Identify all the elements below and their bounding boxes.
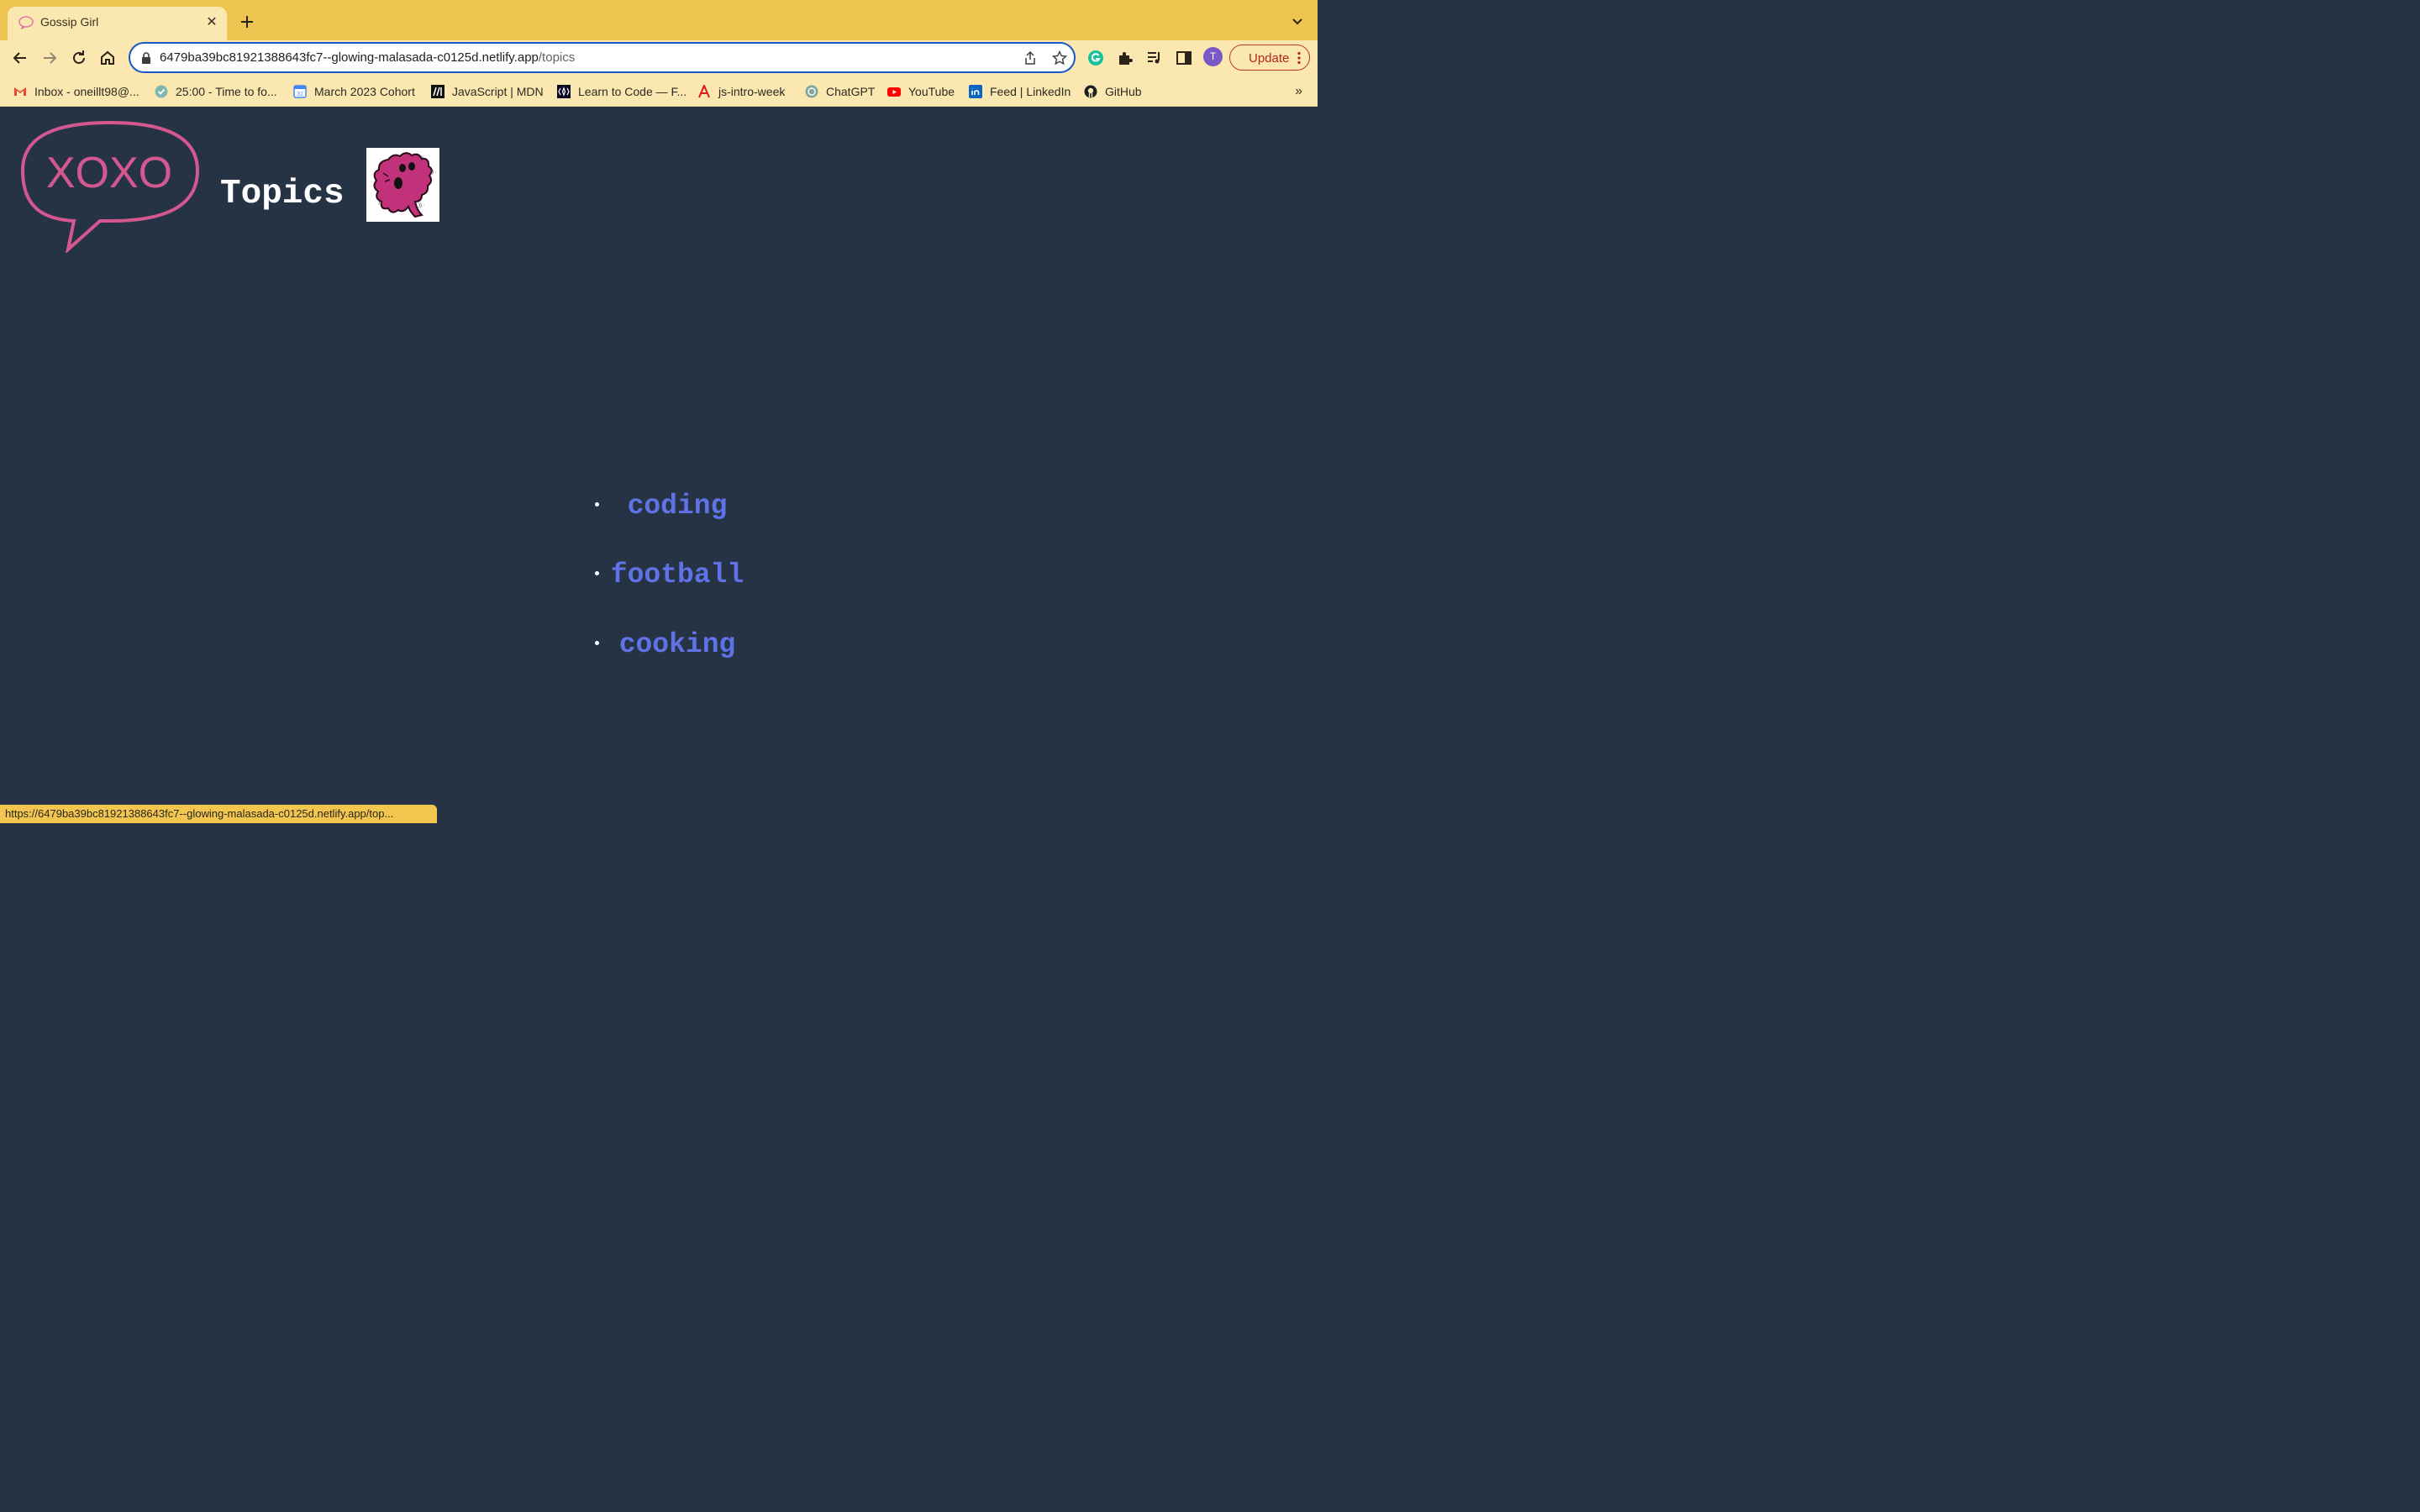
svg-text:)) ·: )) · (418, 203, 425, 208)
bookmark-label: js-intro-week (718, 85, 786, 98)
update-button[interactable]: Update (1229, 45, 1310, 71)
kebab-menu-icon[interactable] (1297, 51, 1302, 65)
topic-link-coding[interactable]: coding (628, 491, 728, 522)
back-arrow-icon[interactable] (9, 47, 31, 69)
bookmark-label: Learn to Code — F... (578, 85, 687, 98)
bookmark-label: Feed | LinkedIn (990, 85, 1071, 98)
bookmark-mdn[interactable]: JavaScript | MDN (431, 83, 544, 100)
tab-close-icon[interactable]: ✕ (203, 14, 220, 31)
bookmark-label: 25:00 - Time to fo... (176, 85, 277, 98)
reload-icon[interactable] (68, 47, 90, 69)
bookmark-march-cohort[interactable]: 31 March 2023 Cohort (293, 83, 415, 100)
bookmark-pomodoro[interactable]: 25:00 - Time to fo... (155, 83, 277, 100)
bookmark-js-intro-week[interactable]: js-intro-week (697, 83, 785, 100)
bookmark-inbox[interactable]: Inbox - oneillt98@... (13, 83, 139, 100)
svg-text:)): )) (378, 200, 381, 205)
check-circle-icon (155, 85, 168, 98)
bookmark-github[interactable]: GitHub (1084, 83, 1142, 100)
xoxo-favicon-icon (18, 16, 34, 29)
side-panel-icon[interactable] (1174, 48, 1194, 68)
tab-title: Gossip Girl (40, 15, 99, 29)
bookmark-label: JavaScript | MDN (452, 85, 544, 98)
list-item: coding (551, 491, 803, 522)
bookmark-youtube[interactable]: YouTube (887, 83, 955, 100)
bookmark-label: YouTube (908, 85, 955, 98)
star-icon[interactable] (1052, 50, 1067, 66)
gmail-icon (14, 87, 26, 96)
svg-text:31: 31 (297, 92, 303, 97)
forward-arrow-icon[interactable] (39, 47, 60, 69)
bookmark-chatgpt[interactable]: ChatGPT (805, 83, 875, 100)
mascot-image: )) · )) · )) · )) (366, 148, 439, 222)
github-icon (1084, 85, 1097, 98)
bookmarks-overflow-icon[interactable]: » (1295, 84, 1302, 99)
url-host: 6479ba39bc81921388643fc7--glowing-malasa… (160, 50, 539, 65)
svg-text:)) ·: )) · (430, 170, 437, 175)
angular-icon (698, 85, 710, 98)
lock-icon (142, 52, 150, 64)
bookmark-label: ChatGPT (826, 85, 876, 98)
puzzle-extensions-icon[interactable] (1115, 48, 1135, 68)
profile-avatar[interactable]: T (1203, 47, 1223, 66)
address-bar[interactable]: 6479ba39bc81921388643fc7--glowing-malasa… (129, 42, 1076, 73)
list-bullet (595, 571, 599, 575)
chevron-down-icon[interactable] (1291, 14, 1304, 28)
share-icon[interactable] (1023, 50, 1038, 66)
browser-toolbar: 6479ba39bc81921388643fc7--glowing-malasa… (0, 40, 1318, 76)
list-item: football (551, 559, 803, 591)
logo-text: XOXO (46, 149, 172, 197)
link-status-url: https://6479ba39bc81921388643fc7--glowin… (0, 805, 437, 823)
url-path: /topics (538, 50, 576, 65)
svg-text:)) ·: )) · (420, 156, 427, 161)
new-tab-icon[interactable] (238, 13, 256, 31)
bookmark-linkedin[interactable]: Feed | LinkedIn (969, 83, 1071, 100)
grammarly-icon[interactable] (1086, 48, 1106, 68)
bookmarks-bar: Inbox - oneillt98@... 25:00 - Time to fo… (0, 76, 1318, 107)
linkedin-icon (969, 85, 982, 98)
list-item: cooking (551, 629, 803, 660)
bookmark-label: Inbox - oneillt98@... (34, 85, 139, 98)
list-bullet (595, 502, 599, 507)
topic-link-cooking[interactable]: cooking (619, 629, 736, 660)
update-label: Update (1249, 51, 1290, 66)
pink-monster-icon: )) · )) · )) · )) (373, 152, 437, 218)
media-queue-icon[interactable] (1144, 48, 1165, 68)
bookmark-label: GitHub (1105, 85, 1142, 98)
calendar-icon: 31 (293, 85, 307, 98)
page-title: Topics (220, 175, 345, 213)
freecodecamp-icon (557, 85, 571, 98)
url-text: 6479ba39bc81921388643fc7--glowing-malasa… (160, 50, 575, 65)
xoxo-logo[interactable]: XOXO (20, 120, 200, 253)
bookmark-freecodecamp[interactable]: Learn to Code — F... (557, 83, 687, 100)
tab-strip: Gossip Girl ✕ (0, 0, 1318, 40)
bookmark-label: March 2023 Cohort (314, 85, 415, 98)
home-icon[interactable] (97, 47, 118, 69)
tab-gossip-girl[interactable]: Gossip Girl ✕ (8, 7, 227, 40)
youtube-icon (887, 87, 901, 97)
mdn-icon (431, 85, 445, 98)
topic-link-football[interactable]: football (611, 559, 744, 591)
list-bullet (595, 641, 599, 645)
chatgpt-icon (805, 85, 818, 98)
